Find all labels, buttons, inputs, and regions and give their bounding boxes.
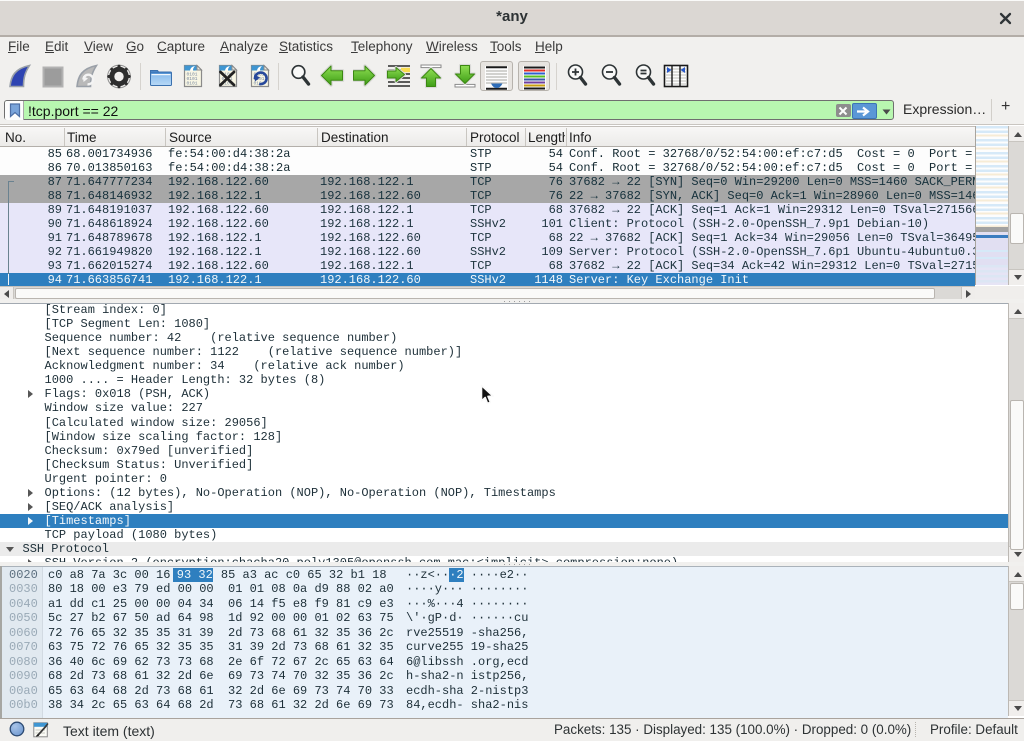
svg-text:0101: 0101 — [187, 81, 198, 87]
